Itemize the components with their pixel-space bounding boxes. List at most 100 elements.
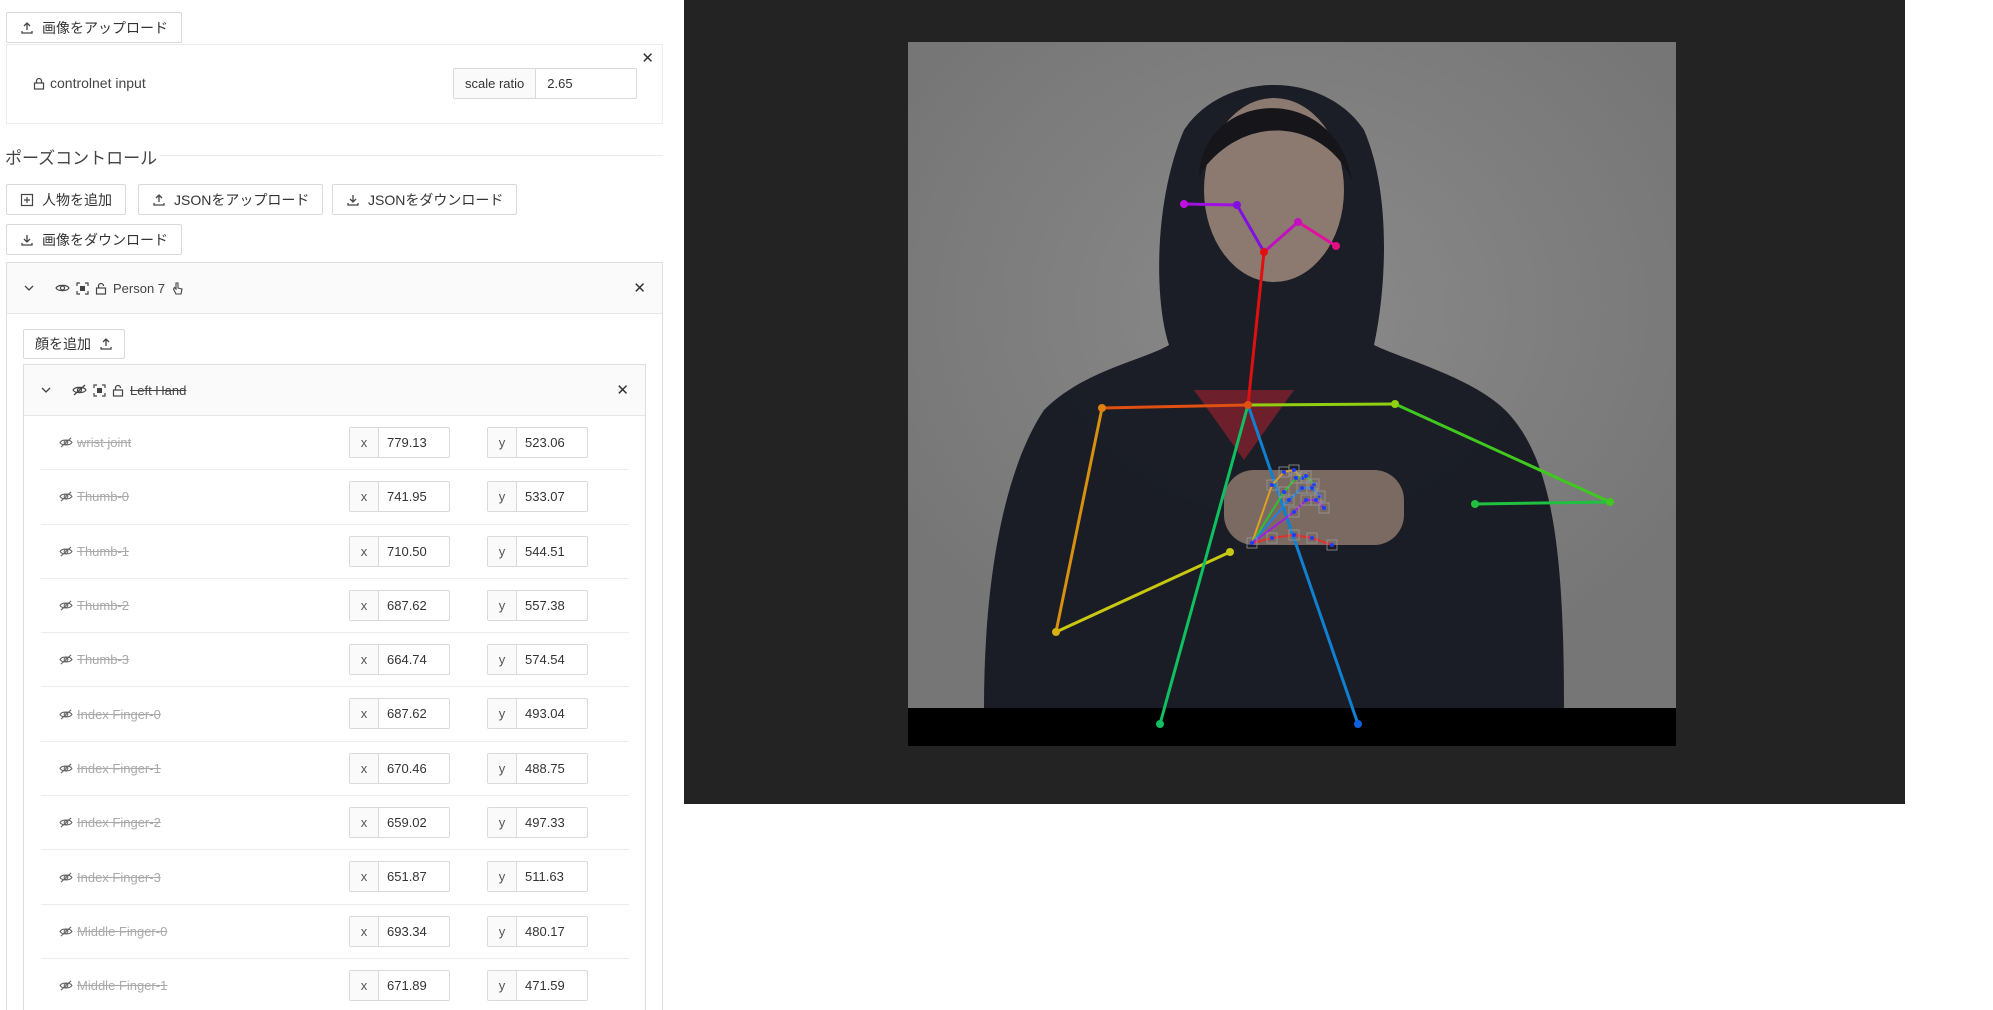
x-input[interactable]: 651.87 (379, 862, 449, 891)
close-hand-icon[interactable]: ✕ (616, 365, 629, 415)
y-coordinate-field[interactable]: y 523.06 (487, 427, 588, 458)
download-json-button[interactable]: JSONをダウンロード (332, 184, 518, 215)
hand-keypoint[interactable] (1294, 476, 1298, 480)
close-person-icon[interactable]: ✕ (633, 263, 646, 313)
joint-point[interactable] (1471, 500, 1479, 508)
hand-keypoint[interactable] (1314, 498, 1318, 502)
add-face-button[interactable]: 顔を追加 (23, 329, 125, 359)
joint-point[interactable] (1052, 628, 1060, 636)
y-input[interactable]: 544.51 (517, 537, 587, 566)
x-coordinate-field[interactable]: x 710.50 (349, 535, 450, 567)
y-coordinate-field[interactable]: y 493.04 (487, 698, 588, 730)
y-input[interactable]: 488.75 (517, 754, 587, 783)
hand-keypoint[interactable] (1282, 490, 1286, 494)
x-coordinate-field[interactable]: x 659.02 (349, 807, 450, 839)
hand-keypoint[interactable] (1292, 510, 1296, 514)
pointer-icon[interactable] (171, 281, 183, 295)
eye-off-icon[interactable] (59, 654, 73, 665)
x-input[interactable]: 741.95 (379, 482, 449, 511)
eye-off-icon[interactable] (59, 926, 73, 937)
x-input[interactable]: 671.89 (379, 971, 449, 1000)
joint-point[interactable] (1294, 218, 1302, 226)
x-input[interactable]: 710.50 (379, 537, 449, 566)
close-icon[interactable]: ✕ (641, 49, 654, 67)
hand-keypoint[interactable] (1310, 536, 1314, 540)
y-input[interactable]: 480.17 (517, 917, 587, 946)
joint-point[interactable] (1606, 498, 1614, 506)
eye-off-icon[interactable] (59, 763, 73, 774)
hand-keypoint[interactable] (1300, 476, 1304, 480)
y-coordinate-field[interactable]: y 511.63 (487, 861, 588, 893)
x-input[interactable]: 779.13 (379, 428, 449, 457)
person-panel-header[interactable]: Person 7 ✕ (7, 263, 662, 314)
hand-keypoint[interactable] (1304, 474, 1308, 478)
eye-off-icon[interactable] (59, 491, 73, 502)
chevron-down-icon[interactable] (40, 384, 52, 396)
y-input[interactable]: 511.63 (517, 862, 587, 891)
x-coordinate-field[interactable]: x 670.46 (349, 752, 450, 784)
left-hand-header[interactable]: Left Hand ✕ (24, 365, 645, 416)
scale-ratio-field[interactable]: scale ratio 2.65 (453, 68, 638, 99)
eye-off-icon[interactable] (59, 600, 73, 611)
joint-point[interactable] (1332, 242, 1340, 250)
eye-off-icon[interactable] (59, 872, 73, 883)
hand-keypoint[interactable] (1287, 498, 1291, 502)
upload-json-button[interactable]: JSONをアップロード (138, 184, 324, 215)
x-coordinate-field[interactable]: x 664.74 (349, 644, 450, 676)
hand-keypoint[interactable] (1322, 506, 1326, 510)
joint-point[interactable] (1233, 201, 1241, 209)
x-coordinate-field[interactable]: x 687.62 (349, 698, 450, 730)
hand-keypoint[interactable] (1300, 486, 1304, 490)
x-input[interactable]: 693.34 (379, 917, 449, 946)
bone-line[interactable] (1247, 402, 1396, 407)
hand-keypoint[interactable] (1292, 468, 1296, 472)
x-coordinate-field[interactable]: x 693.34 (349, 915, 450, 947)
hand-keypoint[interactable] (1330, 543, 1334, 547)
eye-off-icon[interactable] (59, 546, 73, 557)
eye-off-icon[interactable] (59, 980, 73, 991)
hand-keypoint[interactable] (1282, 470, 1286, 474)
hand-keypoint[interactable] (1250, 541, 1254, 545)
y-input[interactable]: 557.38 (517, 591, 587, 620)
pose-canvas-svg[interactable] (684, 0, 1905, 804)
joint-point[interactable] (1391, 400, 1399, 408)
hand-keypoint[interactable] (1304, 498, 1308, 502)
chevron-down-icon[interactable] (23, 282, 35, 294)
eye-off-icon[interactable] (59, 817, 73, 828)
lock-icon[interactable] (33, 77, 45, 90)
y-coordinate-field[interactable]: y 544.51 (487, 535, 588, 567)
eye-icon[interactable] (55, 282, 70, 294)
x-input[interactable]: 664.74 (379, 645, 449, 674)
unlock-icon[interactable] (112, 384, 124, 397)
x-input[interactable]: 687.62 (379, 699, 449, 728)
y-input[interactable]: 523.06 (517, 428, 587, 457)
y-coordinate-field[interactable]: y 574.54 (487, 644, 588, 676)
pose-canvas[interactable] (684, 0, 1905, 804)
y-coordinate-field[interactable]: y 533.07 (487, 481, 588, 513)
upload-image-button[interactable]: 画像をアップロード (6, 12, 182, 43)
x-coordinate-field[interactable]: x 687.62 (349, 589, 450, 621)
x-input[interactable]: 670.46 (379, 754, 449, 783)
bone-line[interactable] (1183, 202, 1238, 207)
select-box-icon[interactable] (76, 281, 89, 295)
x-coordinate-field[interactable]: x 651.87 (349, 861, 450, 893)
x-coordinate-field[interactable]: x 779.13 (349, 427, 450, 458)
y-coordinate-field[interactable]: y 480.17 (487, 915, 588, 947)
x-coordinate-field[interactable]: x 671.89 (349, 969, 450, 1001)
x-input[interactable]: 687.62 (379, 591, 449, 620)
y-input[interactable]: 574.54 (517, 645, 587, 674)
y-coordinate-field[interactable]: y 497.33 (487, 807, 588, 839)
y-coordinate-field[interactable]: y 488.75 (487, 752, 588, 784)
y-input[interactable]: 493.04 (517, 699, 587, 728)
eye-off-icon[interactable] (59, 709, 73, 720)
hand-keypoint[interactable] (1270, 536, 1274, 540)
joint-point[interactable] (1354, 720, 1362, 728)
joint-point[interactable] (1180, 200, 1188, 208)
joint-point[interactable] (1226, 548, 1234, 556)
add-person-button[interactable]: 人物を追加 (6, 184, 126, 215)
bone-line[interactable] (1474, 500, 1611, 506)
y-input[interactable]: 533.07 (517, 482, 587, 511)
unlock-icon[interactable] (95, 282, 107, 295)
x-input[interactable]: 659.02 (379, 808, 449, 837)
select-box-icon[interactable] (93, 383, 106, 397)
